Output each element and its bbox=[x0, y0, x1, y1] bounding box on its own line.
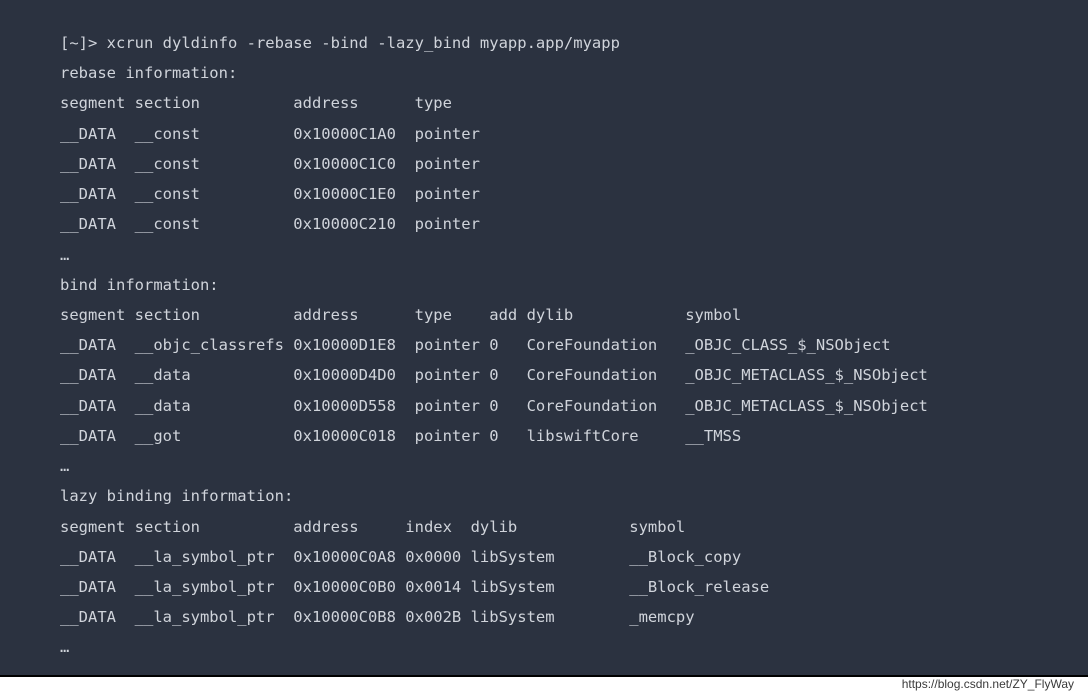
lazy-header: segment section address index dylib symb… bbox=[60, 512, 1088, 542]
lazy-row: __DATA __la_symbol_ptr 0x10000C0B0 0x001… bbox=[60, 572, 1088, 602]
bind-header: segment section address type add dylib s… bbox=[60, 300, 1088, 330]
rebase-row: __DATA __const 0x10000C1A0 pointer bbox=[60, 119, 1088, 149]
bind-row: __DATA __data 0x10000D4D0 pointer 0 Core… bbox=[60, 360, 1088, 390]
rebase-row: __DATA __const 0x10000C210 pointer bbox=[60, 209, 1088, 239]
bind-row: __DATA __objc_classrefs 0x10000D1E8 poin… bbox=[60, 330, 1088, 360]
lazy-row: __DATA __la_symbol_ptr 0x10000C0B8 0x002… bbox=[60, 602, 1088, 632]
bind-title: bind information: bbox=[60, 270, 1088, 300]
rebase-ellipsis: … bbox=[60, 240, 1088, 270]
rebase-row: __DATA __const 0x10000C1E0 pointer bbox=[60, 179, 1088, 209]
bind-ellipsis: … bbox=[60, 451, 1088, 481]
bind-row: __DATA __data 0x10000D558 pointer 0 Core… bbox=[60, 391, 1088, 421]
command-line: [~]> xcrun dyldinfo -rebase -bind -lazy_… bbox=[60, 28, 1088, 58]
lazy-ellipsis: … bbox=[60, 632, 1088, 662]
rebase-row: __DATA __const 0x10000C1C0 pointer bbox=[60, 149, 1088, 179]
bind-row: __DATA __got 0x10000C018 pointer 0 libsw… bbox=[60, 421, 1088, 451]
watermark: https://blog.csdn.net/ZY_FlyWay bbox=[900, 677, 1076, 691]
lazy-title: lazy binding information: bbox=[60, 481, 1088, 511]
terminal-output: [~]> xcrun dyldinfo -rebase -bind -lazy_… bbox=[60, 28, 1088, 663]
rebase-header: segment section address type bbox=[60, 88, 1088, 118]
rebase-title: rebase information: bbox=[60, 58, 1088, 88]
lazy-row: __DATA __la_symbol_ptr 0x10000C0A8 0x000… bbox=[60, 542, 1088, 572]
